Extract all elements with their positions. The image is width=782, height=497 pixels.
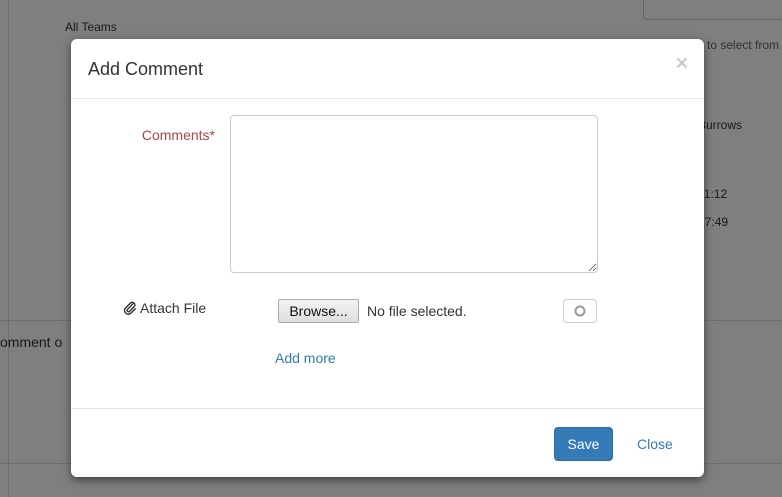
close-icon[interactable]: × <box>676 53 688 74</box>
attach-file-text: Attach File <box>140 300 207 316</box>
comments-textarea[interactable] <box>230 115 598 273</box>
modal-title: Add Comment <box>88 59 204 79</box>
browse-button[interactable]: Browse... <box>278 299 359 323</box>
close-link[interactable]: Close <box>637 436 673 452</box>
circle-icon <box>574 305 586 317</box>
comments-label: Comments* <box>141 127 215 143</box>
attach-file-label: Attach File <box>123 300 206 316</box>
modal-header: Add Comment × <box>71 39 704 99</box>
remove-file-button[interactable] <box>563 299 597 323</box>
add-more-link[interactable]: Add more <box>275 350 336 366</box>
save-button[interactable]: Save <box>554 427 613 461</box>
modal-footer: Save Close <box>71 408 704 478</box>
add-comment-modal: Add Comment × Comments* Attach File Brow… <box>71 39 704 477</box>
paperclip-icon <box>123 301 136 315</box>
page: All Teams Start typing to select from e … <box>0 0 782 497</box>
file-status-text: No file selected. <box>367 303 467 319</box>
